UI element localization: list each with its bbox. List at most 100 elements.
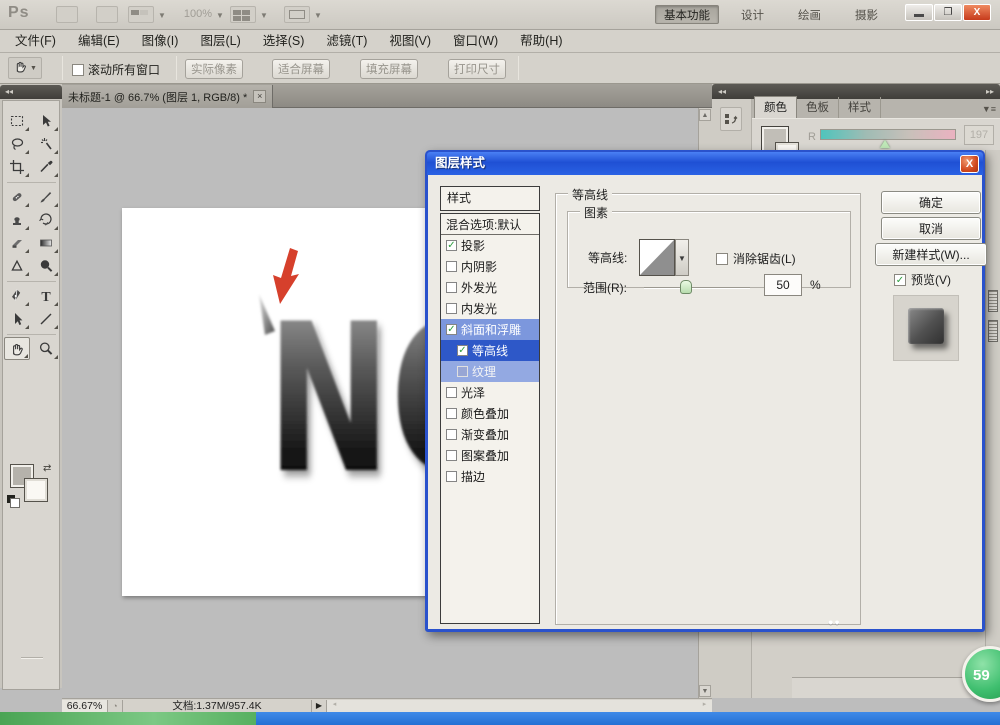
ok-button[interactable]: 确定 bbox=[881, 191, 981, 214]
workspace-overflow-icon[interactable]: » bbox=[868, 7, 874, 21]
type-icon[interactable]: T bbox=[33, 284, 59, 307]
arrange-dropdown-icon[interactable]: ▼ bbox=[260, 11, 268, 20]
view-extras-dropdown-icon[interactable]: ▼ bbox=[158, 11, 166, 20]
style-item-checkbox[interactable] bbox=[446, 282, 457, 293]
scroll-left-icon[interactable]: ◂ bbox=[329, 700, 340, 711]
background-color-swatch[interactable] bbox=[25, 479, 47, 501]
restore-button[interactable]: ❐ bbox=[934, 4, 962, 21]
menu-item-4[interactable]: 图层(L) bbox=[189, 30, 251, 52]
zoom-dropdown-icon[interactable]: ▼ bbox=[216, 11, 224, 20]
history-brush-icon[interactable] bbox=[33, 208, 59, 231]
style-item-checkbox[interactable] bbox=[446, 450, 457, 461]
style-item-checkbox[interactable] bbox=[446, 471, 457, 482]
menu-item-3[interactable]: 图像(I) bbox=[131, 30, 190, 52]
collapse-toolbar-icon[interactable]: ◂◂ bbox=[0, 85, 62, 99]
contour-thumbnail[interactable] bbox=[639, 239, 675, 276]
zoom-icon[interactable] bbox=[33, 337, 59, 360]
workspace-button-1[interactable]: 基本功能 bbox=[655, 5, 719, 24]
style-item-4[interactable]: 外发光 bbox=[441, 277, 539, 298]
range-value-field[interactable]: 50 bbox=[764, 274, 802, 296]
menu-item-9[interactable]: 帮助(H) bbox=[509, 30, 573, 52]
pen-icon[interactable] bbox=[4, 284, 30, 307]
checkbox-icon[interactable] bbox=[716, 253, 728, 265]
panel-tab-2[interactable]: 色板 bbox=[797, 97, 839, 118]
cancel-button[interactable]: 取消 bbox=[881, 217, 981, 240]
dialog-title-bar[interactable]: 图层样式 bbox=[427, 152, 983, 175]
screen-mode-dropdown-icon[interactable]: ▼ bbox=[314, 11, 322, 20]
style-item-6[interactable]: ✓斜面和浮雕 bbox=[441, 319, 539, 340]
blur-icon[interactable] bbox=[4, 254, 30, 277]
taskbar-start-area[interactable] bbox=[0, 712, 256, 725]
swap-colors-icon[interactable]: ⇄ bbox=[43, 463, 51, 474]
minimize-button[interactable] bbox=[905, 4, 933, 21]
style-item-10[interactable]: 颜色叠加 bbox=[441, 403, 539, 424]
scroll-up-icon[interactable]: ▲ bbox=[699, 109, 711, 121]
hand-tool-preset-icon[interactable]: ▼ bbox=[8, 57, 42, 79]
screen-mode-icon[interactable] bbox=[284, 6, 310, 23]
panel-grip-icon[interactable] bbox=[988, 320, 998, 342]
new-style-button[interactable]: 新建样式(W)... bbox=[875, 243, 987, 266]
toolbox-grip[interactable] bbox=[21, 657, 43, 659]
style-item-checkbox[interactable] bbox=[446, 303, 457, 314]
checkbox-icon[interactable] bbox=[72, 64, 84, 76]
panel-grip-icon[interactable] bbox=[988, 290, 998, 312]
options-button-4[interactable]: 打印尺寸 bbox=[448, 59, 506, 79]
windows-taskbar[interactable] bbox=[0, 712, 1000, 725]
style-item-12[interactable]: 图案叠加 bbox=[441, 445, 539, 466]
lasso-icon[interactable] bbox=[4, 132, 30, 155]
scroll-down-icon[interactable]: ▼ bbox=[699, 685, 711, 697]
view-extras-icon[interactable] bbox=[128, 6, 154, 23]
panel-tab-3[interactable]: 样式 bbox=[839, 97, 881, 118]
style-item-5[interactable]: 内发光 bbox=[441, 298, 539, 319]
style-item-11[interactable]: 渐变叠加 bbox=[441, 424, 539, 445]
workspace-button-3[interactable]: 绘画 bbox=[790, 5, 829, 24]
menu-item-2[interactable]: 编辑(E) bbox=[67, 30, 131, 52]
eyedropper-icon[interactable] bbox=[33, 155, 59, 178]
menu-item-6[interactable]: 滤镜(T) bbox=[315, 30, 378, 52]
style-item-8[interactable]: 纹理 bbox=[441, 361, 539, 382]
status-zoom-field[interactable]: 66.67% bbox=[62, 700, 108, 712]
style-item-2[interactable]: ✓投影 bbox=[441, 235, 539, 256]
status-menu-icon[interactable]: ▶ bbox=[312, 701, 326, 710]
rectangular-marquee-icon[interactable] bbox=[4, 109, 30, 132]
panel-menu-icon[interactable]: ▼≡ bbox=[982, 104, 996, 114]
scroll-all-windows-checkbox[interactable]: 滚动所有窗口 bbox=[72, 61, 160, 78]
dodge-icon[interactable] bbox=[33, 254, 59, 277]
range-slider-track[interactable] bbox=[644, 287, 750, 289]
panel-tab-1[interactable]: 颜色 bbox=[754, 96, 797, 118]
options-button-3[interactable]: 填充屏幕 bbox=[360, 59, 418, 79]
menu-item-7[interactable]: 视图(V) bbox=[378, 30, 442, 52]
options-button-1[interactable]: 实际像素 bbox=[185, 59, 243, 79]
style-item-checkbox[interactable] bbox=[446, 408, 457, 419]
tab-close-icon[interactable]: × bbox=[253, 90, 266, 103]
zoom-level-display[interactable]: 100% bbox=[172, 8, 212, 20]
style-item-checkbox[interactable] bbox=[446, 261, 457, 272]
style-item-checkbox[interactable]: ✓ bbox=[446, 240, 457, 251]
arrange-documents-icon[interactable] bbox=[230, 6, 256, 23]
crop-icon[interactable] bbox=[4, 155, 30, 178]
menu-item-5[interactable]: 选择(S) bbox=[252, 30, 316, 52]
style-item-checkbox[interactable]: ✓ bbox=[446, 324, 457, 335]
brush-icon[interactable] bbox=[33, 185, 59, 208]
document-tab[interactable]: 未标题-1 @ 66.7% (图层 1, RGB/8) * × bbox=[62, 85, 273, 108]
style-item-checkbox[interactable] bbox=[446, 387, 457, 398]
style-item-13[interactable]: 描边 bbox=[441, 466, 539, 487]
style-item-3[interactable]: 内阴影 bbox=[441, 256, 539, 277]
contour-dropdown-icon[interactable]: ▼ bbox=[675, 239, 689, 276]
close-button[interactable]: X bbox=[963, 4, 991, 21]
style-item-9[interactable]: 光泽 bbox=[441, 382, 539, 403]
menu-item-1[interactable]: 文件(F) bbox=[4, 30, 67, 52]
gradient-icon[interactable] bbox=[33, 231, 59, 254]
style-item-7[interactable]: ✓等高线 bbox=[441, 340, 539, 361]
bridge-icon[interactable] bbox=[56, 6, 78, 23]
path-selection-icon[interactable] bbox=[4, 307, 30, 330]
red-channel-slider[interactable] bbox=[820, 129, 956, 140]
red-channel-value[interactable]: 197 bbox=[964, 125, 994, 145]
slider-marker-icon[interactable] bbox=[880, 140, 890, 148]
clone-stamp-icon[interactable] bbox=[4, 208, 30, 231]
scroll-right-icon[interactable]: ▸ bbox=[699, 700, 710, 711]
dialog-resize-grip[interactable]: ●● bbox=[828, 617, 841, 627]
move-tool-icon[interactable] bbox=[33, 109, 59, 132]
antialias-checkbox[interactable]: 消除锯齿(L) bbox=[716, 250, 796, 267]
style-item-checkbox[interactable] bbox=[457, 366, 468, 377]
